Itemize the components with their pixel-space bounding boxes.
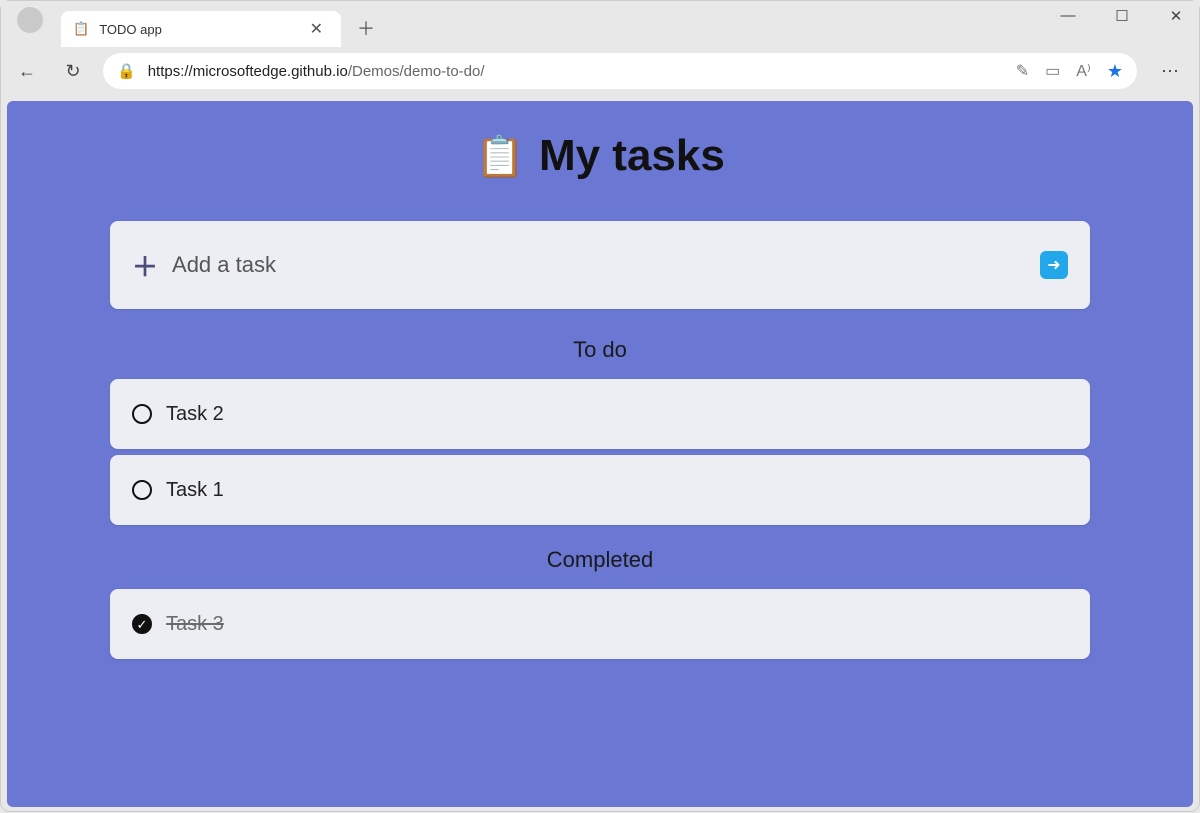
task-label: Task 2	[166, 403, 224, 426]
address-bar[interactable]: 🔒 https://microsoftedge.github.io/Demos/…	[103, 53, 1137, 89]
maximize-button[interactable]: ☐	[1105, 7, 1139, 25]
more-menu-button[interactable]: ⋯	[1151, 61, 1189, 82]
task-row[interactable]: Task 2	[110, 379, 1090, 449]
clipboard-icon: 📋	[475, 135, 525, 179]
task-label: Task 1	[166, 479, 224, 502]
page-title-text: My tasks	[539, 131, 725, 180]
add-task-input[interactable]	[172, 252, 1040, 278]
url-host: https://microsoftedge.github.io	[148, 63, 348, 80]
task-checkbox-icon[interactable]	[132, 404, 152, 424]
browser-tab[interactable]: 📋 TODO app ✕	[61, 11, 341, 47]
profile-avatar[interactable]	[17, 7, 43, 33]
browser-titlebar: 📋 TODO app ✕ ＋ — ☐ ✕	[1, 1, 1199, 47]
app-page: 📋 My tasks ＋ ➜ To do Task 2 Task 1	[7, 101, 1193, 807]
edit-icon[interactable]: ✎	[1016, 61, 1029, 81]
viewport: 📋 My tasks ＋ ➜ To do Task 2 Task 1	[1, 95, 1199, 813]
read-aloud-icon[interactable]: A⁾	[1076, 61, 1091, 81]
todo-list: Task 2 Task 1	[110, 379, 1090, 525]
task-row[interactable]: Task 1	[110, 455, 1090, 525]
plus-icon: ＋	[132, 247, 158, 284]
submit-task-button[interactable]: ➜	[1040, 251, 1068, 279]
page-title: 📋 My tasks	[110, 131, 1090, 181]
add-task-card: ＋ ➜	[110, 221, 1090, 309]
task-row[interactable]: ✓ Task 3	[110, 589, 1090, 659]
refresh-button[interactable]: ↻	[57, 55, 89, 87]
close-tab-button[interactable]: ✕	[304, 17, 329, 41]
tab-title: TODO app	[99, 22, 162, 37]
back-button[interactable]: ←	[11, 55, 43, 87]
completed-list: ✓ Task 3	[110, 589, 1090, 659]
arrow-right-icon: ➜	[1047, 255, 1060, 275]
minimize-button[interactable]: —	[1051, 7, 1085, 25]
url-path: /Demos/demo-to-do/	[348, 63, 485, 80]
browser-toolbar: ← ↻ 🔒 https://microsoftedge.github.io/De…	[1, 47, 1199, 95]
lock-icon: 🔒	[117, 62, 136, 80]
completed-section-title: Completed	[110, 547, 1090, 573]
task-label: Task 3	[166, 613, 224, 636]
task-checkbox-icon[interactable]	[132, 480, 152, 500]
new-tab-button[interactable]: ＋	[349, 11, 383, 45]
url-text: https://microsoftedge.github.io/Demos/de…	[148, 63, 1004, 80]
task-checkbox-checked-icon[interactable]: ✓	[132, 614, 152, 634]
favorite-star-icon[interactable]: ★	[1107, 61, 1123, 82]
tab-favicon-icon: 📋	[73, 21, 89, 37]
todo-section-title: To do	[110, 337, 1090, 363]
close-window-button[interactable]: ✕	[1159, 7, 1193, 25]
extensions-icon[interactable]: ▭	[1045, 61, 1060, 81]
window-controls: — ☐ ✕	[1051, 7, 1193, 25]
